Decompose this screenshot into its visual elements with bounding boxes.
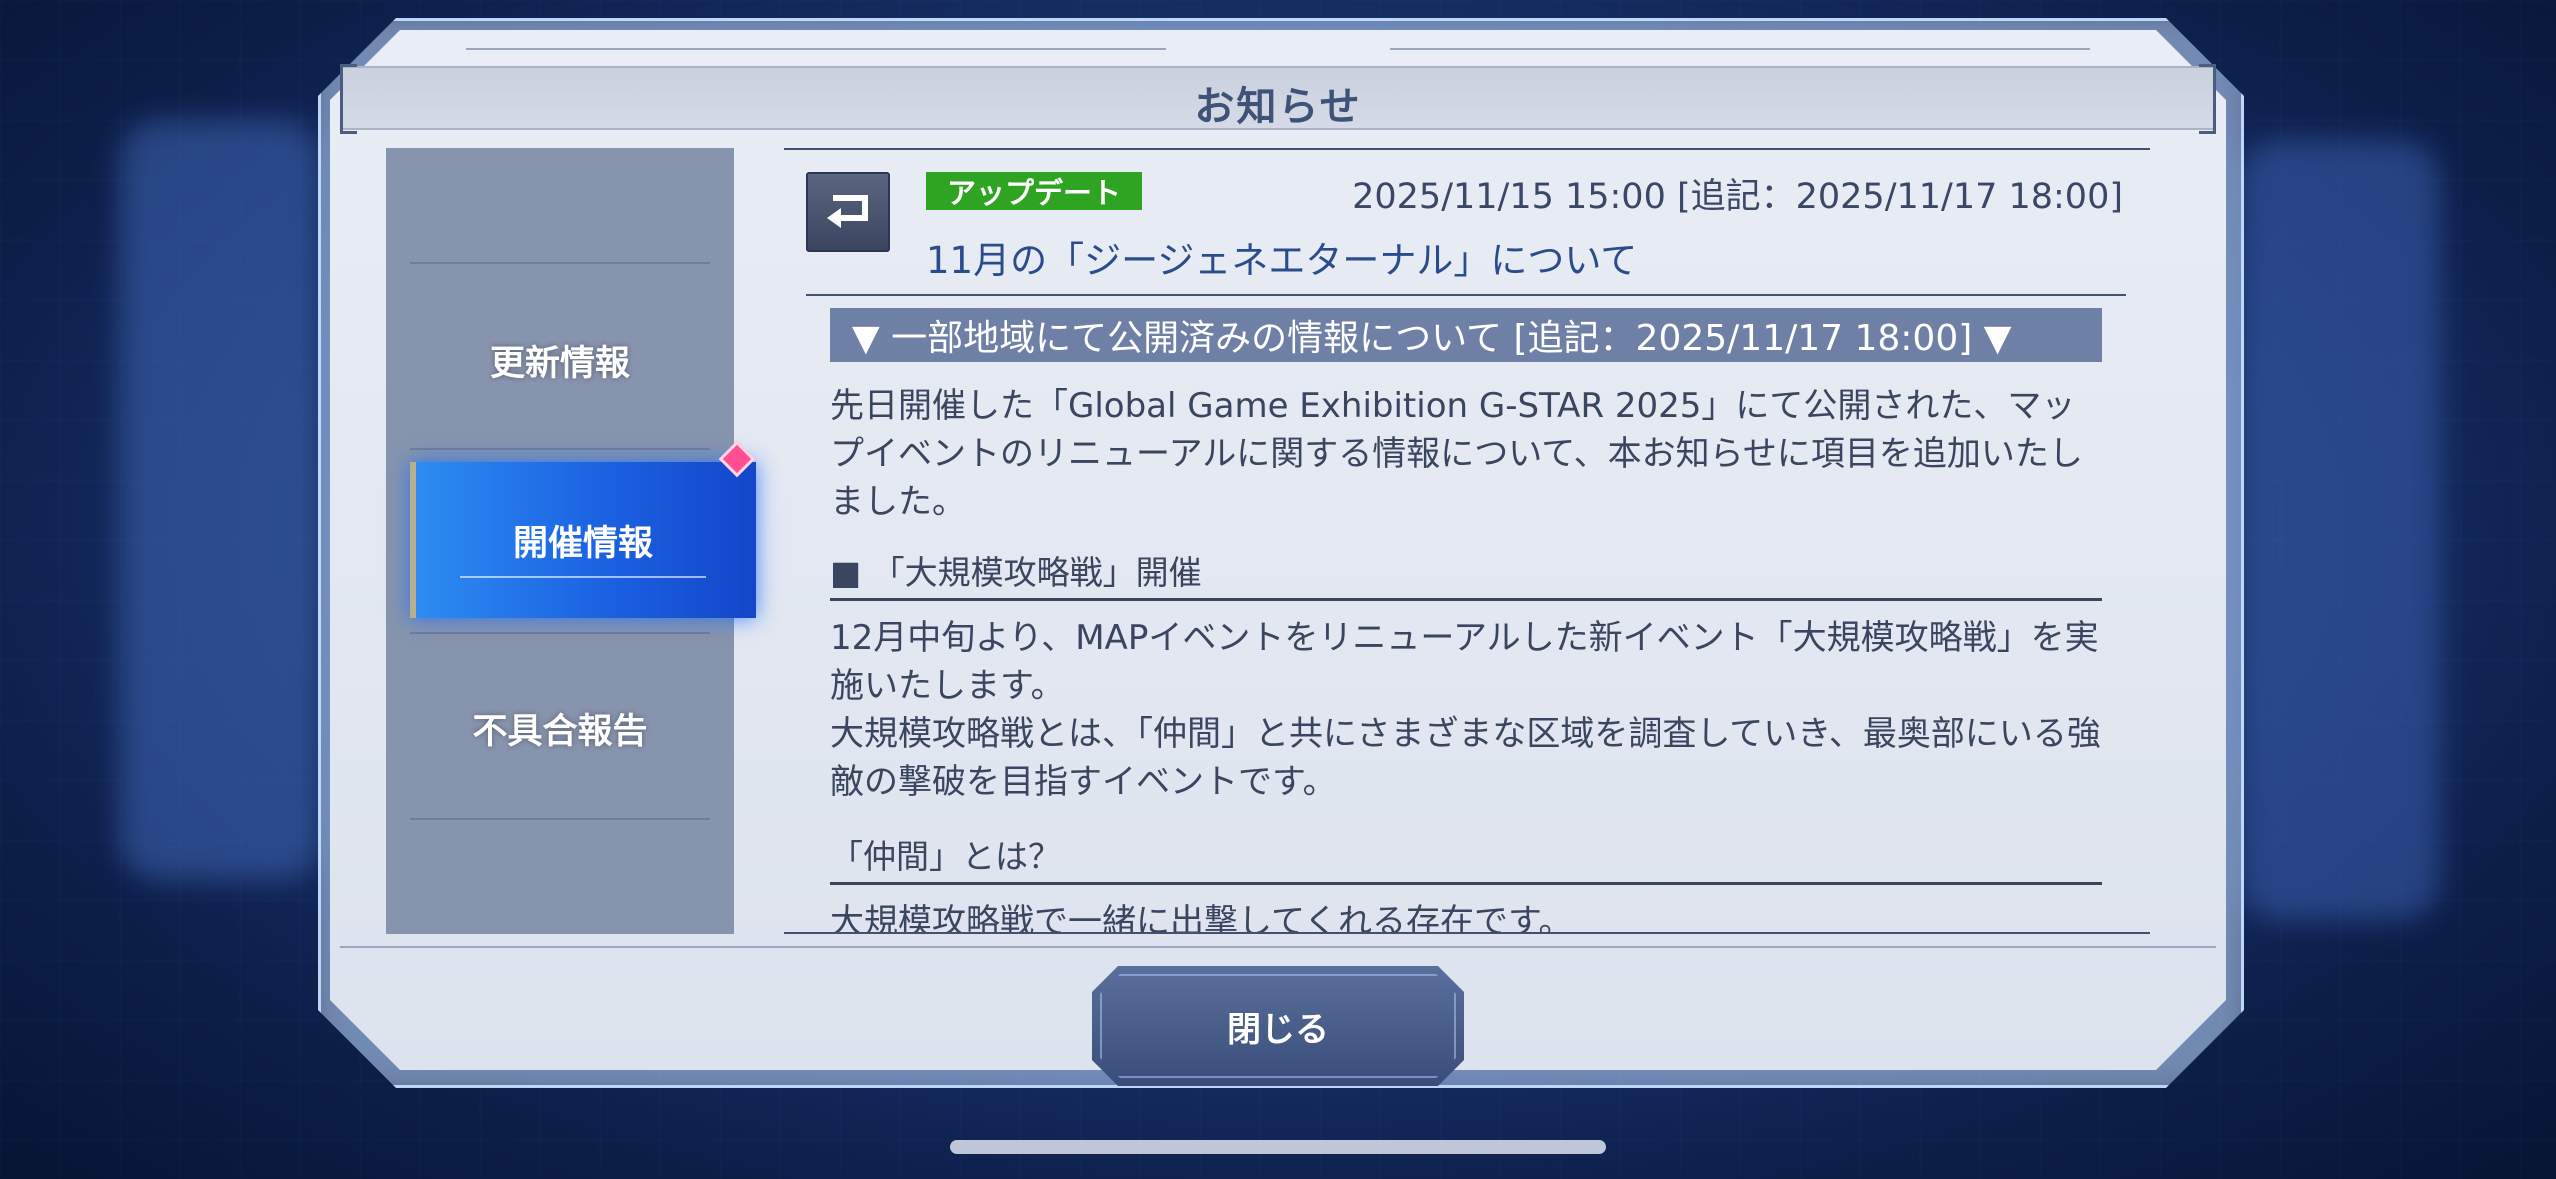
home-indicator[interactable] — [950, 1140, 1606, 1154]
background-blur-left — [120, 120, 320, 880]
sidebar-item-update-info[interactable]: 更新情報 — [386, 320, 734, 400]
dialog-title: お知らせ — [1194, 84, 1362, 130]
section-heading: ▼ 一部地域にて公開済みの情報について [追記：2025/11/17 18:00… — [830, 308, 2102, 362]
content-top-rule — [784, 148, 2150, 150]
sidebar-divider — [410, 818, 710, 820]
active-underline — [460, 576, 706, 578]
title-underline — [806, 294, 2126, 296]
notice-body[interactable]: ▼ 一部地域にて公開済みの情報について [追記：2025/11/17 18:00… — [800, 306, 2130, 934]
close-button-label: 閉じる — [1227, 1009, 1329, 1050]
title-bracket-right — [2199, 64, 2216, 134]
background-blur-right — [2240, 140, 2440, 920]
top-rule-left — [466, 48, 1166, 50]
body-paragraph: 大規模攻略戦とは、「仲間」と共にさまざまな区域を調査していき、最奥部にいる強敵の… — [830, 714, 2101, 802]
sidebar-item-event-info[interactable]: 開催情報 — [410, 462, 756, 618]
subheading-allies: 「仲間」とは？ — [830, 830, 2102, 885]
sidebar-divider — [410, 448, 710, 450]
post-title: 11月の「ジージェネエターナル」について — [926, 239, 1638, 282]
subheading-large-raid: ■ 「大規模攻略戦」開催 — [830, 546, 2102, 601]
body-paragraph: 大規模攻略戦で一緒に出撃してくれる存在です。 — [830, 902, 1573, 934]
return-arrow-icon — [827, 195, 868, 228]
title-bar: お知らせ — [340, 64, 2216, 134]
top-rule-right — [1390, 48, 2090, 50]
sidebar-item-label: 更新情報 — [489, 343, 630, 384]
post-date: 2025/11/15 15:00 [追記：2025/11/17 18:00] — [1352, 177, 2123, 217]
back-button[interactable] — [806, 172, 890, 252]
sidebar-item-label: 不具合報告 — [472, 711, 648, 752]
sidebar-item-label: 開催情報 — [512, 523, 653, 564]
intro-paragraph: 先日開催した「Global Game Exhibition G-STAR 202… — [830, 386, 2083, 522]
footer-rule — [340, 946, 2216, 948]
sidebar-divider — [410, 262, 710, 264]
body-paragraph: 12月中旬より、MAPイベントをリニューアルした新イベント「大規模攻略戦」を実施… — [830, 618, 2099, 706]
active-indicator — [410, 462, 416, 618]
close-button[interactable]: 閉じる — [1092, 966, 1464, 1086]
content-bottom-rule — [784, 932, 2150, 934]
sidebar-divider — [410, 632, 710, 634]
sidebar-item-bug-report[interactable]: 不具合報告 — [386, 688, 734, 768]
category-tag: アップデート — [926, 172, 1142, 210]
